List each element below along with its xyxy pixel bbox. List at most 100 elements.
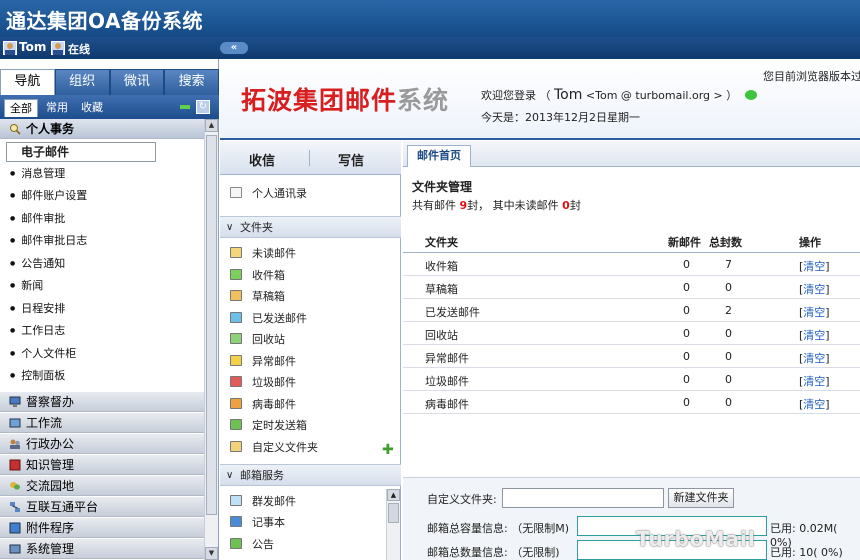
- sidebar-item-messages[interactable]: 消息管理: [10, 164, 65, 184]
- subtab-all[interactable]: 全部: [4, 99, 38, 117]
- folder-scheduled[interactable]: 定时发送箱: [230, 417, 307, 435]
- sidebar-item-news[interactable]: 新闻: [10, 276, 43, 296]
- folder-trash[interactable]: 回收站: [230, 331, 285, 349]
- sidebar-item-announcements[interactable]: 公告通知: [10, 254, 65, 274]
- group-knowledge[interactable]: 知识管理: [0, 455, 204, 475]
- group-admin-office[interactable]: 行政办公: [0, 434, 204, 454]
- header-actions: 操作: [799, 236, 821, 249]
- sidebar-item-work-log[interactable]: 工作日志: [10, 321, 65, 341]
- total-count: 0: [725, 396, 732, 409]
- clear-action[interactable]: [清空]: [799, 373, 830, 389]
- clear-link[interactable]: 清空: [803, 260, 825, 273]
- divider: [309, 150, 310, 166]
- add-folder-icon[interactable]: ✚: [382, 442, 394, 458]
- scroll-up-icon[interactable]: ▲: [387, 489, 400, 501]
- clear-action[interactable]: [清空]: [799, 396, 830, 412]
- clear-link[interactable]: 清空: [803, 306, 825, 319]
- user-status[interactable]: 在线: [68, 41, 90, 57]
- table-row: 回收站 0 0 [清空]: [403, 322, 860, 345]
- tab-search[interactable]: 搜索: [164, 69, 219, 95]
- title-bar: 通达集团OA备份系统: [0, 0, 860, 37]
- tab-micro-message[interactable]: 微讯: [109, 69, 165, 95]
- subtab-common[interactable]: 常用: [46, 99, 68, 117]
- clear-action[interactable]: [清空]: [799, 350, 830, 366]
- group-community[interactable]: 交流园地: [0, 476, 204, 496]
- scroll-down-icon[interactable]: ▼: [205, 547, 218, 560]
- clear-action[interactable]: [清空]: [799, 258, 830, 274]
- custom-folder-input[interactable]: [502, 488, 664, 508]
- folder-name: 病毒邮件: [425, 398, 469, 411]
- folders-section-header[interactable]: 文件夹: [220, 216, 401, 239]
- nav-scrollbar[interactable]: ▲ ▼: [204, 119, 218, 560]
- folder-abnormal[interactable]: 异常邮件: [230, 353, 296, 371]
- sidebar-item-email[interactable]: 电子邮件: [6, 142, 156, 162]
- group-system-management[interactable]: 系统管理: [0, 539, 204, 559]
- group-label: 知识管理: [26, 458, 75, 472]
- header-folder: 文件夹: [425, 236, 458, 249]
- clear-link[interactable]: 清空: [803, 329, 825, 342]
- announcement-icon: [230, 538, 242, 549]
- new-count: 0: [683, 258, 690, 271]
- group-supervision[interactable]: 督察督办: [0, 392, 204, 412]
- group-attachments[interactable]: 附件程序: [0, 518, 204, 538]
- group-interconnect[interactable]: 互联互通平台: [0, 497, 204, 517]
- folder-drafts[interactable]: 草稿箱: [230, 288, 285, 306]
- group-workflow[interactable]: 工作流: [0, 413, 204, 433]
- clear-link[interactable]: 清空: [803, 283, 825, 296]
- network-icon: [10, 502, 20, 512]
- sent-icon: [230, 312, 242, 323]
- mail-nav-scrollbar[interactable]: ▲: [386, 489, 400, 560]
- group-personal-affairs[interactable]: 个人事务: [0, 119, 204, 139]
- folder-label: 草稿箱: [252, 290, 285, 303]
- clear-action[interactable]: [清空]: [799, 281, 830, 297]
- folder-unread[interactable]: 未读邮件: [230, 245, 296, 263]
- tab-navigation[interactable]: 导航: [0, 69, 55, 95]
- folder-virus[interactable]: 病毒邮件: [230, 396, 296, 414]
- scroll-thumb[interactable]: [388, 503, 399, 523]
- sidebar-item-control-panel[interactable]: 控制面板: [10, 366, 65, 386]
- header-total: 总封数: [709, 236, 742, 249]
- total-count: 0: [725, 373, 732, 386]
- app-title: 通达集团OA备份系统: [6, 9, 203, 33]
- service-announcement[interactable]: 公告: [230, 536, 274, 554]
- sidebar-item-approval-log[interactable]: 邮件审批日志: [10, 231, 87, 251]
- compose-mail-button[interactable]: 写信: [338, 150, 364, 169]
- warning-icon: [230, 355, 242, 366]
- folder-name: 已发送邮件: [425, 306, 480, 319]
- services-section-header[interactable]: 邮箱服务: [220, 464, 401, 487]
- contacts-label: 个人通讯录: [252, 187, 307, 200]
- clear-action[interactable]: [清空]: [799, 327, 830, 343]
- service-bulk-mail[interactable]: 群发邮件: [230, 493, 296, 511]
- tab-organization[interactable]: 组织: [54, 69, 110, 95]
- subtab-favorites[interactable]: 收藏: [81, 99, 103, 117]
- folder-inbox[interactable]: 收件箱: [230, 267, 285, 285]
- clear-link[interactable]: 清空: [803, 352, 825, 365]
- folder-sent[interactable]: 已发送邮件: [230, 310, 307, 328]
- service-notepad[interactable]: 记事本: [230, 514, 285, 532]
- mail-navigation: 收信 写信 个人通讯录 文件夹 未读邮件 收件箱 草稿箱 已发送邮件 回收站 异…: [220, 141, 401, 560]
- new-count: 0: [683, 396, 690, 409]
- new-folder-button[interactable]: 新建文件夹: [668, 488, 734, 508]
- table-row: 垃圾邮件 0 0 [清空]: [403, 368, 860, 391]
- collapse-sidebar-button[interactable]: «: [220, 42, 248, 54]
- sidebar-item-schedule[interactable]: 日程安排: [10, 299, 65, 319]
- mail-actions-bar: 收信 写信: [220, 141, 401, 175]
- folder-custom[interactable]: 自定义文件夹: [230, 439, 318, 457]
- clear-action[interactable]: [清空]: [799, 304, 830, 320]
- clear-link[interactable]: 清空: [803, 375, 825, 388]
- user-name: Tom: [19, 40, 47, 54]
- minimize-icon[interactable]: [180, 105, 190, 109]
- folder-spam[interactable]: 垃圾邮件: [230, 374, 296, 392]
- sidebar-item-mail-account[interactable]: 邮件账户设置: [10, 186, 87, 206]
- scroll-thumb[interactable]: [206, 135, 217, 515]
- tab-mail-home[interactable]: 邮件首页: [407, 145, 471, 167]
- scroll-up-icon[interactable]: ▲: [205, 119, 218, 132]
- sidebar-item-mail-approval[interactable]: 邮件审批: [10, 209, 65, 229]
- receive-mail-button[interactable]: 收信: [249, 150, 275, 169]
- contacts-link[interactable]: 个人通讯录: [230, 185, 307, 201]
- turbomail-watermark: TurboMail: [636, 527, 756, 551]
- refresh-icon[interactable]: ↻: [196, 100, 210, 114]
- sidebar-item-personal-files[interactable]: 个人文件柜: [10, 344, 76, 364]
- clear-link[interactable]: 清空: [803, 398, 825, 411]
- count-label: 邮箱总数量信息: （无限制): [427, 546, 560, 559]
